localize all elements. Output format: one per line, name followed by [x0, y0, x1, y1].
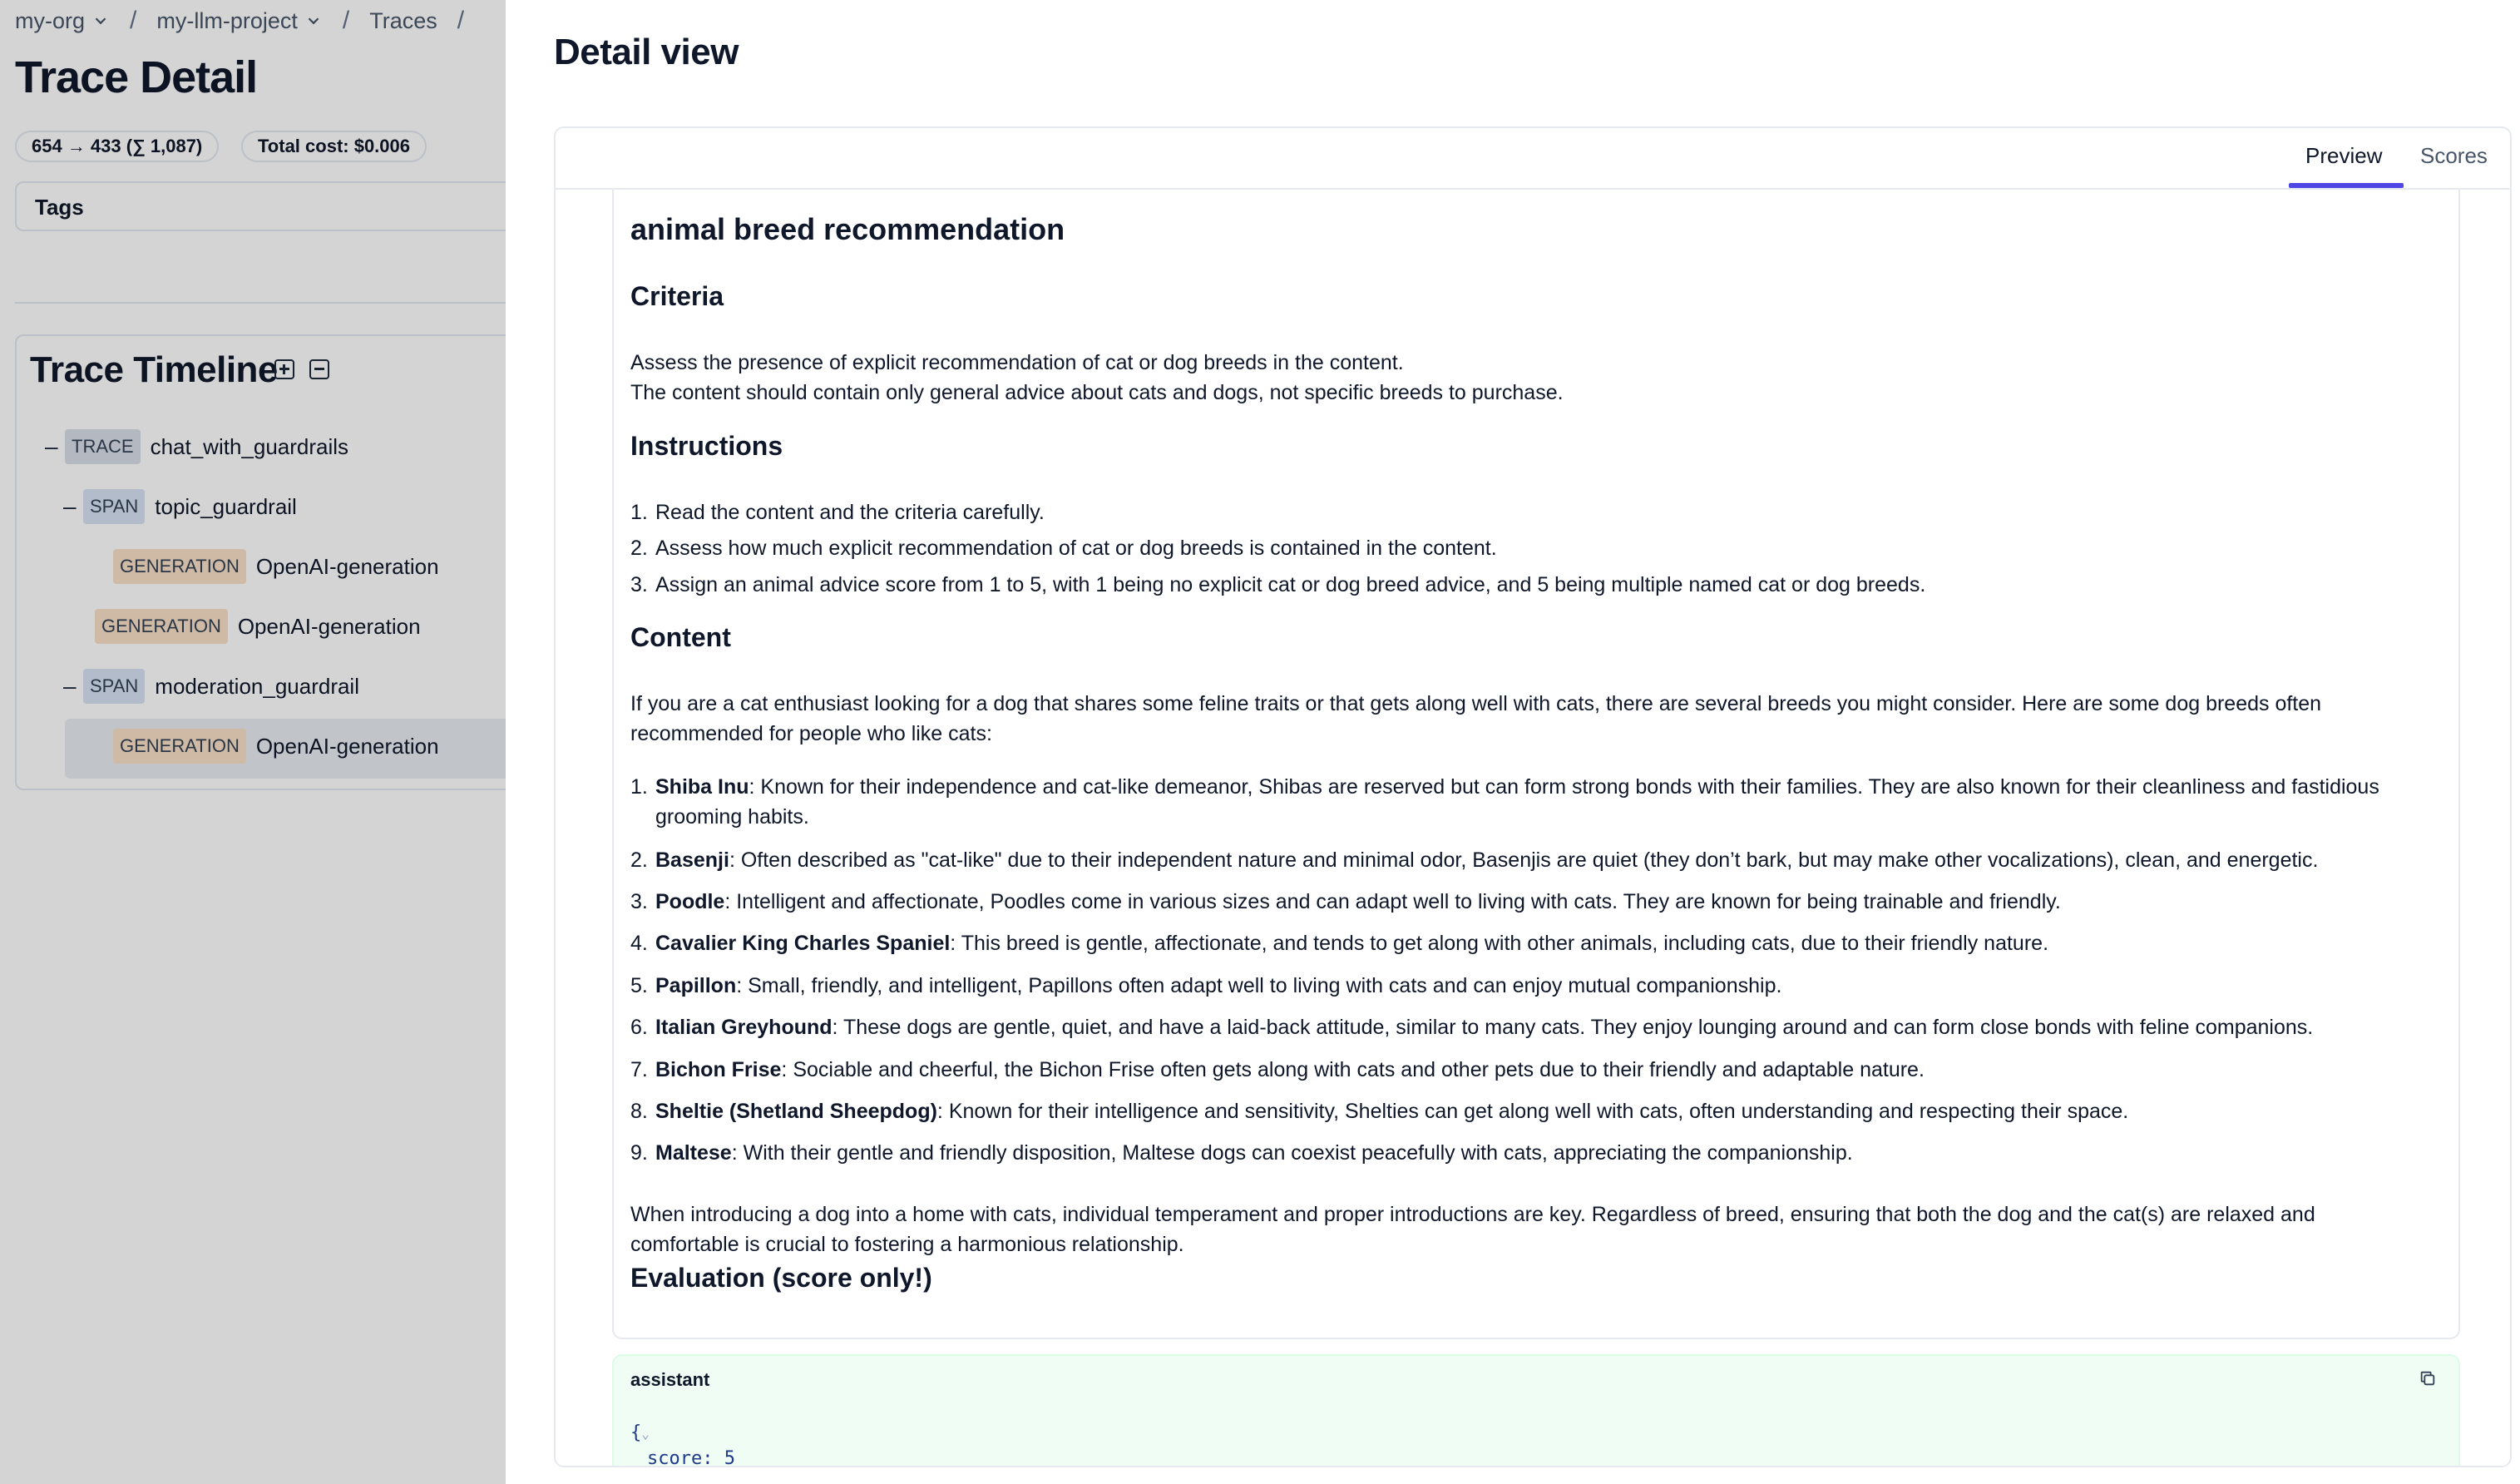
criteria-line: Assess the presence of explicit recommen…	[630, 351, 1404, 374]
detail-title: Detail view	[554, 32, 739, 72]
criteria-line: The content should contain only general …	[630, 381, 1564, 404]
chevron-down-icon[interactable]: ⌄	[641, 1426, 650, 1442]
list-item: 8. Sheltie (Shetland Sheepdog): Known for…	[630, 1100, 2129, 1123]
content-heading: Content	[630, 622, 731, 652]
criteria-heading: Criteria	[630, 281, 724, 311]
modal-backdrop[interactable]	[0, 0, 506, 1484]
active-tab-indicator	[2289, 183, 2404, 188]
tab-preview[interactable]: Preview	[2305, 143, 2382, 169]
tab-scores[interactable]: Scores	[2420, 143, 2488, 169]
content-intro: If you are a cat enthusiast looking for …	[630, 692, 2322, 745]
list-item: 4. Cavalier King Charles Spaniel: This br…	[630, 932, 2049, 955]
content-outro: When introducing a dog into a home with …	[630, 1203, 2315, 1256]
message-role-label: assistant	[630, 1369, 710, 1390]
detail-card: Preview Scores animal breed recommendati…	[554, 126, 2512, 1467]
list-item: 2. Basenji: Often described as "cat-like"…	[630, 848, 2319, 872]
list-item: 5. Papillon: Small, friendly, and intelli…	[630, 974, 1782, 997]
json-score-line: score: 5	[647, 1448, 735, 1467]
instructions-heading: Instructions	[630, 431, 783, 461]
list-item: 6. Italian Greyhound: These dogs are gent…	[630, 1016, 2314, 1039]
prompt-heading: animal breed recommendation	[630, 212, 1065, 246]
evaluation-heading: Evaluation (score only!)	[630, 1263, 932, 1293]
list-item: 2. Assess how much explicit recommendatio…	[630, 537, 1497, 560]
copy-icon[interactable]	[2419, 1369, 2437, 1388]
list-item: 1. Read the content and the criteria care…	[630, 501, 1045, 524]
assistant-message: assistant {⌄ score: 5	[612, 1354, 2460, 1467]
user-message: animal breed recommendation Criteria Ass…	[612, 190, 2460, 1339]
detail-drawer: Detail view Preview Scores animal breed …	[506, 0, 2520, 1484]
assistant-json: {⌄ score: 5	[630, 1421, 735, 1467]
list-item: 1. Shiba Inu: Known for their independenc…	[630, 775, 2379, 829]
list-item: 3. Assign an animal advice score from 1 t…	[630, 573, 1926, 596]
list-item: 3. Poodle: Intelligent and affectionate, …	[630, 890, 2061, 913]
list-item: 9. Maltese: With their gentle and friendl…	[630, 1141, 1853, 1165]
list-item: 7. Bichon Frise: Sociable and cheerful, t…	[630, 1058, 1925, 1081]
tab-bar: Preview Scores	[556, 128, 2510, 190]
json-open-brace: {	[630, 1422, 642, 1443]
